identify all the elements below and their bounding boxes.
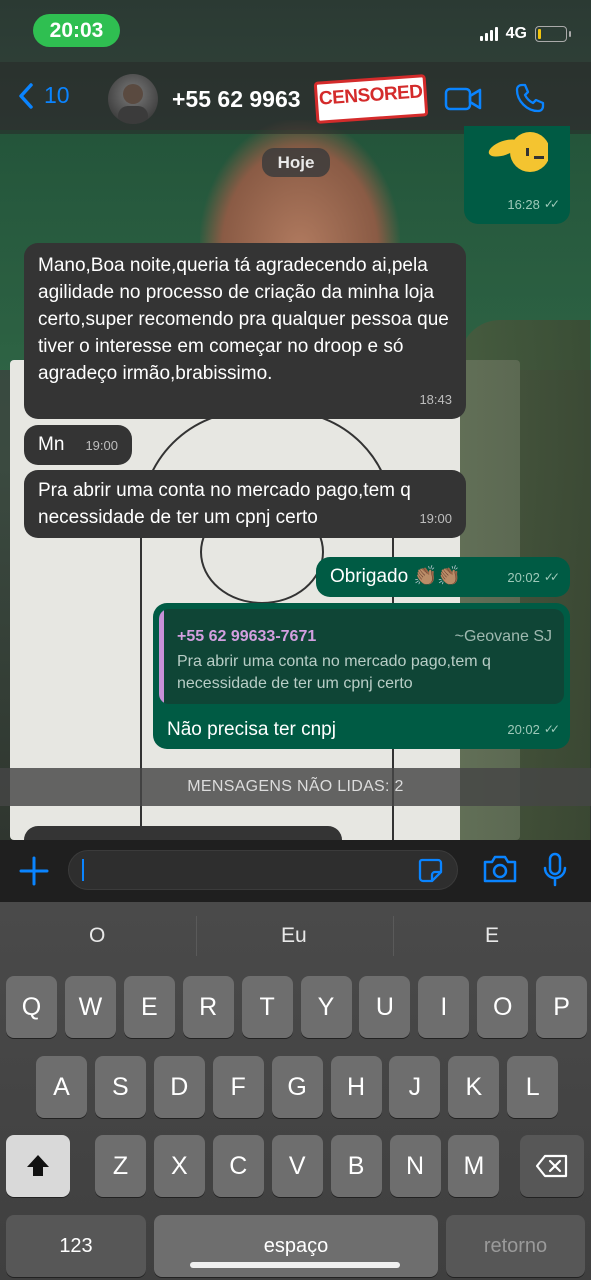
shift-key[interactable] (6, 1135, 70, 1197)
read-receipt-icon: ✓✓ (543, 722, 560, 736)
unread-messages-banner: MENSAGENS NÃO LIDAS: 2 (0, 768, 591, 806)
quote-text: Pra abrir uma conta no mercado pago,tem … (177, 653, 491, 692)
censored-stamp: CENSORED (313, 74, 429, 124)
quote-alias: ~Geovane SJ (454, 628, 552, 645)
key-g[interactable]: G (271, 1056, 323, 1118)
message-time: 18:43 (419, 392, 452, 407)
message-meta: 19:00 (85, 432, 118, 459)
message-input[interactable] (68, 850, 458, 890)
message-meta: 18:43 (419, 386, 452, 413)
key-n[interactable]: N (389, 1135, 441, 1197)
outgoing-reply-message[interactable]: +55 62 99633-7671 ~Geovane SJ Pra abrir … (153, 603, 570, 749)
key-u[interactable]: U (359, 976, 411, 1038)
saluting-face-emoji-icon (488, 132, 548, 172)
outgoing-sticker-message[interactable]: 16:28 ✓✓ (464, 126, 570, 224)
key-h[interactable]: H (330, 1056, 382, 1118)
incoming-message[interactable]: Mn 19:00 (24, 425, 132, 465)
suggestion-item[interactable]: E (485, 924, 499, 948)
message-time: 20:02 (507, 722, 540, 737)
quote-accent-bar (159, 609, 164, 704)
key-x[interactable]: X (153, 1135, 205, 1197)
message-time: 19:00 (419, 511, 452, 526)
key-c[interactable]: C (212, 1135, 264, 1197)
keyboard: O Eu E QWERTYUIOP ASDFGHJKL ZXCVBNM 123 … (0, 902, 591, 1280)
signal-icon (479, 27, 498, 41)
status-time[interactable]: 20:03 (33, 14, 120, 47)
outgoing-message[interactable]: Obrigado 👏🏽👏🏽 20:02 ✓✓ (316, 557, 570, 597)
key-q[interactable]: Q (6, 976, 57, 1038)
message-time: 20:02 (507, 570, 540, 585)
network-label: 4G (505, 25, 527, 42)
message-text: Mano,Boa noite,queria tá agradecendo ai,… (38, 255, 449, 384)
key-z[interactable]: Z (95, 1135, 146, 1197)
chevron-left-icon (19, 82, 33, 109)
date-separator: Hoje (262, 148, 330, 177)
camera-icon[interactable] (482, 854, 518, 884)
suggestion-item[interactable]: O (89, 924, 105, 948)
message-time: 16:28 (507, 197, 540, 212)
key-t[interactable]: T (241, 976, 293, 1038)
quoted-message[interactable]: +55 62 99633-7671 ~Geovane SJ Pra abrir … (159, 609, 564, 704)
key-f[interactable]: F (212, 1056, 264, 1118)
message-meta: 16:28 ✓✓ (507, 191, 560, 218)
message-text: Pra abrir uma conta no mercado pago,tem … (38, 480, 411, 528)
message-text: Obrigado 👏🏽👏🏽 (330, 566, 461, 587)
quote-sender: +55 62 99633-7671 (177, 628, 317, 645)
read-receipt-icon: ✓✓ (543, 570, 560, 584)
suggestion-bar: O Eu E (0, 902, 591, 970)
key-l[interactable]: L (507, 1056, 559, 1118)
key-k[interactable]: K (448, 1056, 500, 1118)
delete-key[interactable] (520, 1135, 584, 1197)
key-y[interactable]: Y (300, 976, 352, 1038)
suggestion-item[interactable]: Eu (281, 924, 307, 948)
home-indicator[interactable] (190, 1262, 400, 1268)
back-count: 10 (44, 82, 70, 108)
message-text: Não precisa ter cnpj (167, 719, 336, 740)
key-s[interactable]: S (94, 1056, 146, 1118)
back-button[interactable]: 10 (18, 82, 70, 109)
key-v[interactable]: V (271, 1135, 323, 1197)
message-meta: 20:02 ✓✓ (507, 564, 560, 591)
message-meta: 19:00 (419, 505, 452, 532)
backspace-icon (535, 1154, 568, 1178)
key-i[interactable]: I (418, 976, 470, 1038)
status-indicators: 4G (479, 24, 571, 44)
phone-call-icon[interactable] (514, 82, 546, 114)
contact-avatar[interactable] (108, 74, 158, 124)
key-w[interactable]: W (64, 976, 116, 1038)
key-m[interactable]: M (448, 1135, 500, 1197)
battery-icon (535, 26, 571, 42)
incoming-message[interactable]: Pra abrir uma conta no mercado pago,tem … (24, 470, 466, 538)
plus-icon[interactable] (18, 855, 50, 887)
sticker-icon[interactable] (417, 857, 443, 883)
key-e[interactable]: E (123, 976, 175, 1038)
key-p[interactable]: P (536, 976, 588, 1038)
message-input-bar (0, 840, 591, 902)
key-b[interactable]: B (330, 1135, 382, 1197)
read-receipt-icon: ✓✓ (543, 197, 560, 211)
message-text: Mn (38, 434, 65, 455)
shift-arrow-icon (27, 1155, 49, 1176)
microphone-icon[interactable] (542, 852, 568, 888)
key-j[interactable]: J (389, 1056, 441, 1118)
contact-name[interactable]: +55 62 9963 (172, 86, 301, 113)
text-cursor (82, 859, 84, 881)
key-r[interactable]: R (182, 976, 234, 1038)
status-bar: 20:03 4G (0, 0, 591, 62)
video-call-icon[interactable] (444, 86, 482, 112)
numbers-key[interactable]: 123 (6, 1215, 146, 1277)
chat-header: 10 +55 62 9963 CENSORED (0, 62, 591, 134)
key-o[interactable]: O (477, 976, 529, 1038)
return-key[interactable]: retorno (446, 1215, 585, 1277)
message-time: 19:00 (85, 438, 118, 453)
key-a[interactable]: A (36, 1056, 87, 1118)
key-d[interactable]: D (153, 1056, 205, 1118)
message-meta: 20:02 ✓✓ (507, 716, 560, 743)
incoming-message[interactable]: Mano,Boa noite,queria tá agradecendo ai,… (24, 243, 466, 419)
